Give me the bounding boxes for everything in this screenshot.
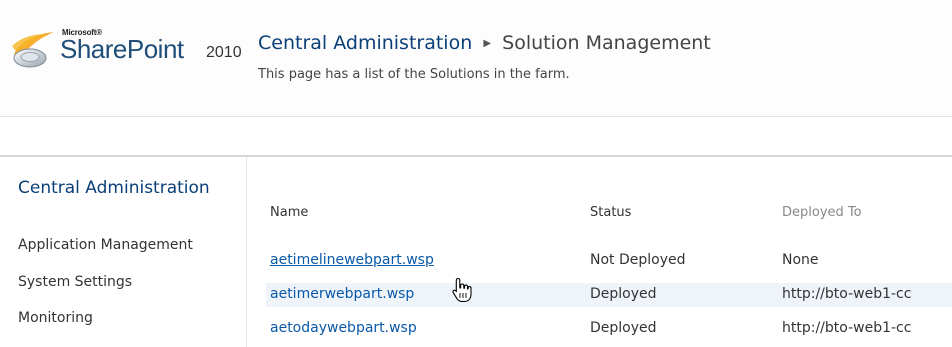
table-row: aetimelinewebpart.wsp Not Deployed None: [266, 249, 952, 273]
triangle-right-icon: ▶: [483, 38, 492, 49]
table-row: aetodaywebpart.wsp Deployed http://bto-w…: [266, 317, 952, 341]
solution-name-link[interactable]: aetodaywebpart.wsp: [270, 320, 417, 336]
page-description: This page has a list of the Solutions in…: [258, 67, 570, 82]
solution-name-link[interactable]: aetimelinewebpart.wsp: [270, 252, 434, 268]
sharepoint-logo-icon: [12, 32, 54, 68]
solution-deployed-to: None: [782, 252, 819, 268]
solution-status: Deployed: [590, 286, 657, 302]
solution-deployed-to: http://bto-web1-cc: [782, 286, 912, 302]
nav-item-monitoring[interactable]: Monitoring: [18, 310, 93, 326]
nav-heading-central-administration[interactable]: Central Administration: [18, 177, 218, 199]
solution-status: Not Deployed: [590, 252, 686, 268]
left-navigation: Central Administration Application Manag…: [0, 157, 247, 347]
solution-name-link[interactable]: aetimerwebpart.wsp: [270, 286, 414, 302]
nav-item-system-settings[interactable]: System Settings: [18, 274, 132, 290]
brand-name: SharePoint: [60, 34, 184, 64]
breadcrumb-root-link[interactable]: Central Administration: [258, 32, 472, 54]
column-header-deployed-to: Deployed To: [782, 205, 862, 220]
nav-item-application-management[interactable]: Application Management: [18, 237, 193, 253]
solution-deployed-to: http://bto-web1-cc: [782, 320, 912, 336]
column-header-name[interactable]: Name: [270, 205, 308, 220]
page-header: Microsoft® SharePoint 2010 Central Admin…: [0, 0, 952, 116]
ribbon-strip: [0, 117, 952, 155]
sharepoint-logo[interactable]: Microsoft® SharePoint 2010: [10, 18, 250, 78]
solutions-table: Name Status Deployed To aetimelinewebpar…: [248, 157, 952, 347]
breadcrumb-current: Solution Management: [502, 32, 711, 54]
brand-year: 2010: [206, 44, 242, 61]
column-header-status[interactable]: Status: [590, 205, 631, 220]
solution-status: Deployed: [590, 320, 657, 336]
page-title: Central Administration ▶ Solution Manage…: [258, 32, 711, 54]
table-row: aetimerwebpart.wsp Deployed http://bto-w…: [266, 283, 952, 307]
hand-pointer-icon: [452, 277, 472, 303]
